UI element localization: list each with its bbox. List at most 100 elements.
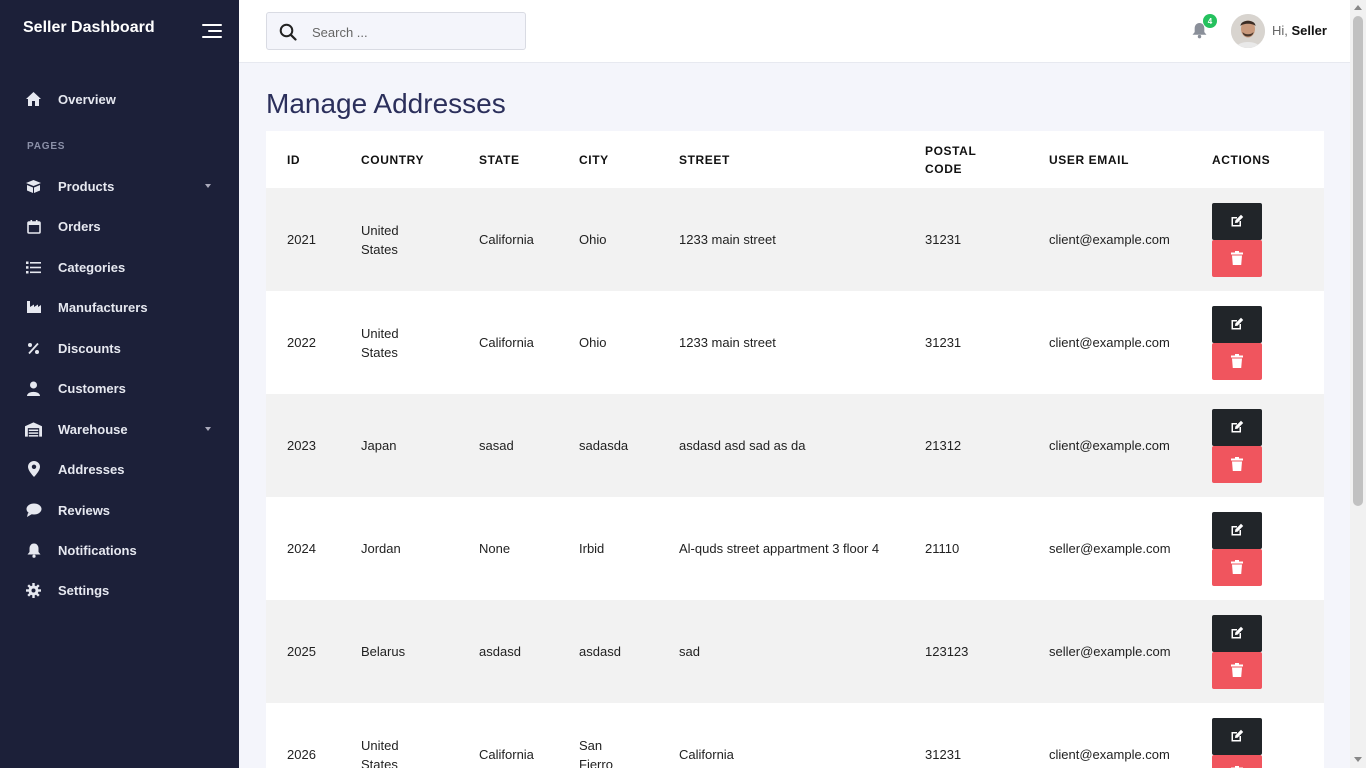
cell-street: California (679, 703, 925, 768)
edit-icon (1231, 317, 1244, 330)
sidebar-item-label: Categories (58, 259, 126, 275)
menu-toggle-icon[interactable] (202, 24, 222, 40)
delete-button[interactable] (1212, 239, 1262, 277)
cell-street: 1233 main street (679, 291, 925, 394)
sidebar-item-orders[interactable]: Orders (0, 208, 239, 244)
brand-title: Seller Dashboard (23, 19, 155, 36)
scroll-down-arrow-icon[interactable] (1354, 757, 1362, 762)
cell-id: 2023 (266, 394, 361, 497)
edit-button[interactable] (1212, 614, 1262, 652)
user-greeting[interactable]: Hi, Seller (1272, 23, 1327, 38)
notification-count-badge: 4 (1203, 14, 1217, 28)
column-header-actions: ACTIONS (1212, 131, 1324, 188)
sidebar-item-overview[interactable]: Overview (0, 81, 239, 117)
edit-button[interactable] (1212, 511, 1262, 549)
cell-user-email: client@example.com (1049, 394, 1212, 497)
comment-icon (25, 502, 42, 519)
delete-button[interactable] (1212, 548, 1262, 586)
cell-postal-code: 31231 (925, 703, 1049, 768)
trash-icon (1231, 251, 1243, 265)
percent-icon (25, 340, 42, 357)
edit-button[interactable] (1212, 717, 1262, 755)
column-header-user-email: USER EMAIL (1049, 131, 1212, 188)
page-scrollbar[interactable] (1350, 0, 1366, 768)
cell-street: asdasd asd sad as da (679, 394, 925, 497)
cell-actions (1212, 703, 1324, 768)
table-header-row: ID COUNTRY STATE CITY STREET POSTAL CODE… (266, 131, 1324, 188)
sidebar-item-settings[interactable]: Settings (0, 572, 239, 608)
sidebar-item-customers[interactable]: Customers (0, 370, 239, 406)
cell-user-email: client@example.com (1049, 703, 1212, 768)
gear-icon (25, 582, 42, 599)
sidebar-item-reviews[interactable]: Reviews (0, 492, 239, 528)
sidebar-item-warehouse[interactable]: Warehouse (0, 411, 239, 447)
cell-city: Ohio (579, 291, 679, 394)
addresses-table: ID COUNTRY STATE CITY STREET POSTAL CODE… (266, 131, 1324, 768)
section-label-pages: PAGES (27, 141, 66, 152)
delete-button[interactable] (1212, 651, 1262, 689)
cell-country: Belarus (361, 600, 479, 703)
edit-icon (1231, 523, 1244, 536)
search-input[interactable] (312, 22, 512, 42)
cell-id: 2022 (266, 291, 361, 394)
edit-button[interactable] (1212, 202, 1262, 240)
table-row: 2023 Japan sasad sadasda asdasd asd sad … (266, 394, 1324, 497)
sidebar-item-manufacturers[interactable]: Manufacturers (0, 289, 239, 325)
sidebar-item-categories[interactable]: Categories (0, 249, 239, 285)
table-row: 2024 Jordan None Irbid Al-quds street ap… (266, 497, 1324, 600)
cell-id: 2024 (266, 497, 361, 600)
cell-postal-code: 123123 (925, 600, 1049, 703)
map-pin-icon (25, 461, 42, 478)
sidebar-item-label: Addresses (58, 461, 125, 477)
cell-actions (1212, 291, 1324, 394)
edit-icon (1231, 420, 1244, 433)
sidebar-item-label: Manufacturers (58, 299, 148, 315)
avatar[interactable] (1231, 14, 1265, 48)
column-header-street: STREET (679, 131, 925, 188)
trash-icon (1231, 560, 1243, 574)
sidebar-item-label: Overview (58, 91, 116, 107)
column-header-postal-code: POSTAL CODE (925, 131, 1049, 188)
industry-icon (25, 299, 42, 316)
scroll-up-arrow-icon[interactable] (1354, 5, 1362, 10)
table-row: 2022 United States California Ohio 1233 … (266, 291, 1324, 394)
bell-icon (25, 542, 42, 559)
cell-user-email: client@example.com (1049, 291, 1212, 394)
sidebar-item-products[interactable]: Products (0, 168, 239, 204)
cell-postal-code: 31231 (925, 291, 1049, 394)
delete-button[interactable] (1212, 445, 1262, 483)
search-box[interactable] (266, 12, 526, 50)
cell-actions (1212, 497, 1324, 600)
sidebar-item-label: Notifications (58, 542, 137, 558)
search-icon (279, 23, 297, 46)
sidebar-item-discounts[interactable]: Discounts (0, 330, 239, 366)
cell-city: asdasd (579, 600, 679, 703)
cell-id: 2025 (266, 600, 361, 703)
topbar: 4 Hi, Seller (239, 0, 1350, 63)
cell-state: California (479, 703, 579, 768)
edit-button[interactable] (1212, 408, 1262, 446)
edit-button[interactable] (1212, 305, 1262, 343)
sidebar-item-label: Settings (58, 582, 110, 598)
trash-icon (1231, 663, 1243, 677)
cell-country: Jordan (361, 497, 479, 600)
sidebar-item-notifications[interactable]: Notifications (0, 532, 239, 568)
edit-icon (1231, 214, 1244, 227)
cell-id: 2026 (266, 703, 361, 768)
scrollbar-thumb[interactable] (1353, 16, 1363, 506)
list-icon (25, 259, 42, 276)
sidebar-item-label: Orders (58, 218, 101, 234)
delete-button[interactable] (1212, 754, 1262, 768)
sidebar-item-label: Discounts (58, 340, 121, 356)
table-row: 2021 United States California Ohio 1233 … (266, 188, 1324, 291)
cell-id: 2021 (266, 188, 361, 291)
addresses-table-container: ID COUNTRY STATE CITY STREET POSTAL CODE… (266, 131, 1324, 768)
cell-city: Ohio (579, 188, 679, 291)
sidebar-item-addresses[interactable]: Addresses (0, 451, 239, 487)
delete-button[interactable] (1212, 342, 1262, 380)
table-row: 2025 Belarus asdasd asdasd sad 123123 se… (266, 600, 1324, 703)
home-icon (25, 91, 42, 108)
cell-postal-code: 21312 (925, 394, 1049, 497)
column-header-city: CITY (579, 131, 679, 188)
cell-actions (1212, 600, 1324, 703)
